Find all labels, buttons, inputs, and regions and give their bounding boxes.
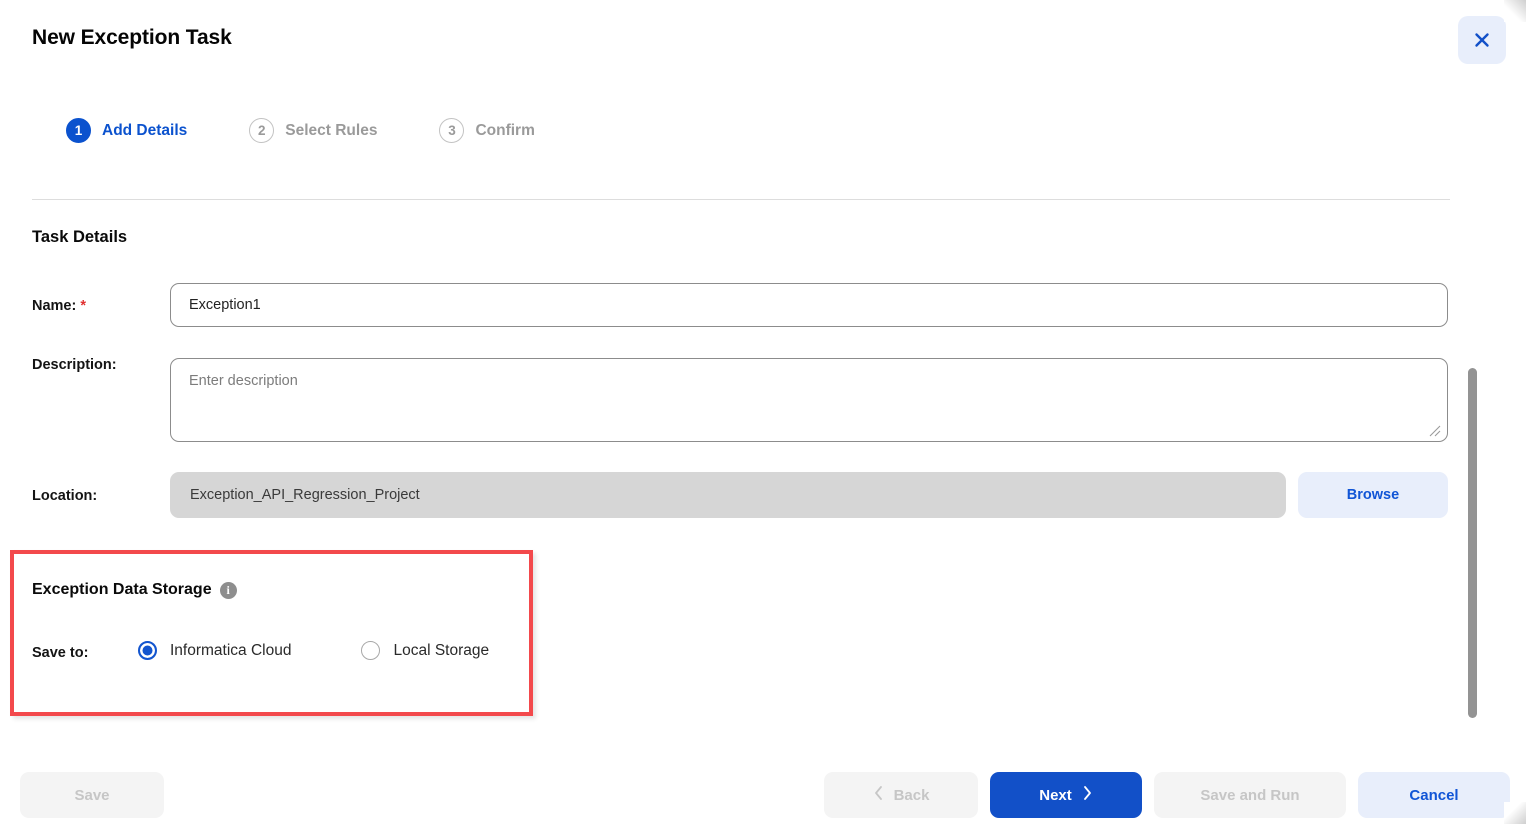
- browse-button[interactable]: Browse: [1298, 472, 1448, 518]
- description-label: Description:: [32, 357, 117, 373]
- back-button[interactable]: Back: [824, 772, 978, 818]
- location-label: Location:: [32, 488, 98, 504]
- chevron-right-icon: [1082, 785, 1093, 805]
- step-label-select-rules: Select Rules: [285, 121, 378, 139]
- new-exception-task-dialog: New Exception Task 1 Add Details 2 Selec…: [0, 0, 1526, 824]
- step-number-3: 3: [439, 118, 465, 143]
- cancel-button[interactable]: Cancel: [1358, 772, 1510, 818]
- exception-data-storage-title-text: Exception Data Storage: [32, 581, 212, 598]
- radio-label-informatica-cloud: Informatica Cloud: [170, 641, 292, 659]
- save-and-run-button[interactable]: Save and Run: [1154, 772, 1346, 818]
- name-input[interactable]: [170, 283, 1448, 327]
- radio-unselected-icon: [361, 641, 381, 660]
- exception-data-storage-title: Exception Data Storage i: [32, 581, 237, 599]
- step-confirm[interactable]: 3 Confirm: [439, 118, 535, 143]
- radio-informatica-cloud[interactable]: Informatica Cloud: [138, 641, 291, 660]
- next-button[interactable]: Next: [990, 772, 1142, 818]
- step-label-confirm: Confirm: [475, 121, 535, 139]
- section-title-task-details: Task Details: [32, 228, 128, 246]
- save-to-radio-group: Informatica Cloud Local Storage: [138, 641, 489, 660]
- step-add-details[interactable]: 1 Add Details: [66, 118, 187, 143]
- name-label-text: Name:: [32, 298, 77, 314]
- header-divider: [32, 199, 1450, 200]
- location-value: Exception_API_Regression_Project: [190, 487, 420, 503]
- scrollbar-thumb[interactable]: [1468, 368, 1477, 718]
- location-field: Exception_API_Regression_Project: [170, 472, 1286, 518]
- window-corner-top-right: [1504, 0, 1526, 22]
- save-button[interactable]: Save: [20, 772, 164, 818]
- next-button-label: Next: [1039, 786, 1072, 804]
- radio-label-local-storage: Local Storage: [393, 641, 490, 659]
- save-to-label: Save to:: [32, 645, 89, 661]
- wizard-stepper: 1 Add Details 2 Select Rules 3 Confirm: [66, 118, 535, 143]
- step-number-1: 1: [66, 118, 91, 143]
- required-marker: *: [80, 298, 87, 314]
- step-select-rules[interactable]: 2 Select Rules: [249, 118, 377, 143]
- back-button-label: Back: [893, 786, 930, 804]
- step-number-2: 2: [249, 118, 275, 143]
- name-label: Name: *: [32, 298, 86, 314]
- page-title: New Exception Task: [32, 26, 232, 49]
- description-textarea[interactable]: [170, 358, 1448, 442]
- info-icon[interactable]: i: [219, 581, 237, 599]
- close-button[interactable]: [1458, 16, 1506, 64]
- chevron-left-icon: [873, 785, 884, 805]
- radio-selected-icon: [138, 641, 157, 660]
- step-label-add-details: Add Details: [102, 121, 188, 139]
- radio-local-storage[interactable]: Local Storage: [361, 641, 489, 660]
- exception-data-storage-highlight: [10, 550, 533, 716]
- close-icon: [1472, 30, 1492, 50]
